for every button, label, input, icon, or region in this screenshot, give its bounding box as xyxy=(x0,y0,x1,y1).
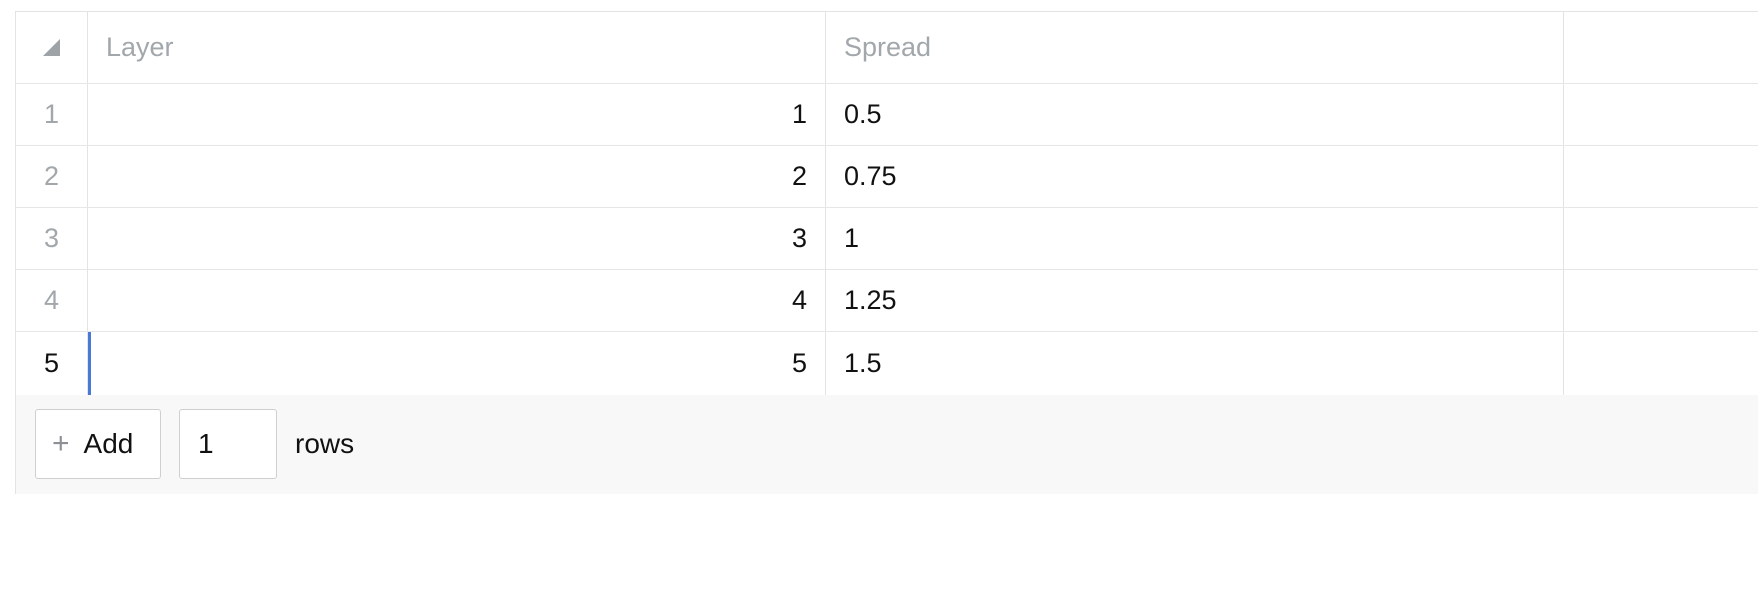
cell-spread[interactable]: 1 xyxy=(826,208,1564,269)
header-row: Layer Spread xyxy=(16,12,1758,84)
table-row: 1 1 0.5 xyxy=(16,84,1758,146)
select-all-corner[interactable] xyxy=(16,12,88,83)
table-row: 4 4 1.25 xyxy=(16,270,1758,332)
cell-layer[interactable]: 3 xyxy=(88,208,826,269)
cell-spread[interactable]: 0.5 xyxy=(826,84,1564,145)
row-index[interactable]: 1 xyxy=(16,84,88,145)
column-header-layer[interactable]: Layer xyxy=(88,12,826,83)
plus-icon: + xyxy=(52,427,70,460)
table-row: 2 2 0.75 xyxy=(16,146,1758,208)
row-index[interactable]: 3 xyxy=(16,208,88,269)
cell-spread[interactable]: 0.75 xyxy=(826,146,1564,207)
add-rows-footer: + Add rows xyxy=(16,395,1758,494)
data-grid: Layer Spread 1 1 0.5 2 2 0.75 3 3 1 4 4 … xyxy=(15,11,1758,494)
column-header-spread[interactable]: Spread xyxy=(826,12,1564,83)
table-row: 3 3 1 xyxy=(16,208,1758,270)
rows-label: rows xyxy=(295,428,355,459)
add-rows-button[interactable]: + Add xyxy=(35,409,161,479)
row-index[interactable]: 2 xyxy=(16,146,88,207)
cell-layer[interactable]: 1 xyxy=(88,84,826,145)
row-index[interactable]: 5 xyxy=(16,332,88,395)
row-index[interactable]: 4 xyxy=(16,270,88,331)
table-row-active: 5 5 1.5 xyxy=(16,332,1758,395)
corner-triangle-icon xyxy=(43,39,60,56)
cell-layer[interactable]: 4 xyxy=(88,270,826,331)
cell-spread[interactable]: 1.5 xyxy=(826,332,1564,395)
add-button-label: Add xyxy=(83,428,134,459)
cell-layer[interactable]: 2 xyxy=(88,146,826,207)
cell-layer[interactable]: 5 xyxy=(88,332,826,395)
row-count-input[interactable] xyxy=(179,409,277,479)
cell-spread[interactable]: 1.25 xyxy=(826,270,1564,331)
